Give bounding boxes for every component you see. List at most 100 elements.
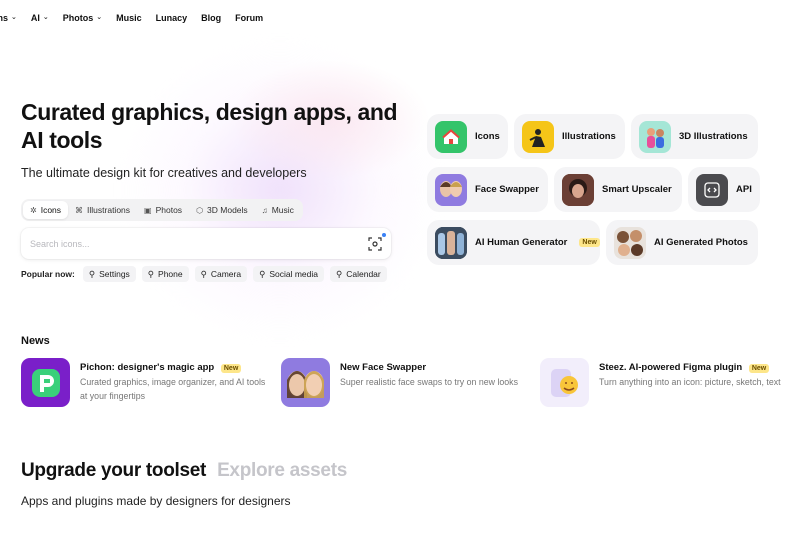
chip-label: Settings bbox=[99, 269, 130, 279]
upgrade-title: Upgrade your toolset bbox=[21, 460, 207, 481]
tab-label: Icons bbox=[40, 205, 62, 215]
nav-item-music[interactable]: Music bbox=[116, 13, 142, 23]
code-icon bbox=[696, 173, 728, 206]
news-headline: Steez. AI-powered Figma plugin New bbox=[599, 362, 781, 373]
chip-label: Camera bbox=[210, 269, 242, 279]
popular-chip-calendar[interactable]: ⚲ Calendar bbox=[330, 266, 387, 282]
popular-label: Popular now: bbox=[21, 269, 75, 279]
illustration-thumbnail-icon bbox=[522, 120, 554, 153]
tile-label: 3D Illustrations bbox=[679, 131, 748, 142]
popular-searches: Popular now: ⚲ Settings ⚲ Phone ⚲ Camera… bbox=[21, 266, 393, 282]
chip-label: Phone bbox=[158, 269, 183, 279]
news-description: Curated graphics, image organizer, and A… bbox=[80, 377, 266, 401]
tab-label: Photos bbox=[155, 205, 183, 215]
nav-label-lunacy: Lunacy bbox=[155, 13, 188, 23]
news-item-pichon[interactable]: Pichon: designer's magic app New Curated… bbox=[21, 358, 271, 407]
nav-item-lunacy[interactable]: Lunacy bbox=[156, 13, 188, 23]
nav-item-forum[interactable]: Forum bbox=[235, 13, 263, 23]
news-headline-text: Pichon: designer's magic app bbox=[80, 362, 215, 373]
ai-photos-thumbnail-icon bbox=[614, 226, 646, 259]
tile-3d-illustrations[interactable]: 3D Illustrations bbox=[631, 114, 758, 159]
popular-chip-social-media[interactable]: ⚲ Social media bbox=[253, 266, 324, 282]
nav-item-icons[interactable]: ons ⌄ bbox=[0, 13, 17, 23]
nav-label-music: Music bbox=[116, 13, 142, 23]
tab-icons[interactable]: ✲ Icons bbox=[23, 201, 69, 219]
popular-chip-settings[interactable]: ⚲ Settings bbox=[82, 266, 136, 282]
upscaler-thumbnail-icon bbox=[562, 173, 594, 206]
search-input[interactable] bbox=[30, 238, 368, 249]
search-icon: ⚲ bbox=[336, 268, 343, 279]
tab-label: Illustrations bbox=[87, 205, 131, 215]
search-icon: ⚲ bbox=[147, 268, 155, 279]
cube-icon: ⬡ bbox=[196, 205, 204, 215]
hero-subtitle: The ultimate design kit for creatives an… bbox=[21, 166, 307, 180]
news-headline-text: Steez. AI-powered Figma plugin bbox=[599, 362, 743, 373]
tile-face-swapper[interactable]: Face Swapper bbox=[427, 167, 548, 212]
steez-plugin-icon bbox=[540, 358, 589, 407]
tile-ai-generated-photos[interactable]: AI Generated Photos bbox=[606, 220, 758, 265]
top-nav: ons ⌄ AI ⌄ Photos ⌄ Music Lunacy Blog Fo… bbox=[0, 8, 277, 28]
search-box bbox=[21, 228, 391, 259]
news-headline: New Face Swapper bbox=[340, 362, 518, 373]
tile-ai-human-generator[interactable]: AI Human Generator New bbox=[427, 220, 600, 265]
tile-label: Icons bbox=[475, 131, 500, 142]
face-swap-thumbnail-icon bbox=[435, 173, 467, 206]
tile-api[interactable]: API bbox=[688, 167, 760, 212]
search-category-tabs: ✲ Icons ⌘ Illustrations ▣ Photos ⬡ 3D Mo… bbox=[21, 199, 303, 221]
nav-label-blog: Blog bbox=[201, 13, 222, 23]
icons-icon: ✲ bbox=[30, 205, 37, 215]
tile-label: Illustrations bbox=[562, 131, 616, 142]
news-description: Turn anything into an icon: picture, ske… bbox=[599, 377, 781, 387]
tile-label: Face Swapper bbox=[475, 184, 539, 195]
upgrade-subtitle: Apps and plugins made by designers for d… bbox=[21, 494, 291, 508]
tile-label: AI Human Generator bbox=[475, 237, 568, 248]
tile-illustrations[interactable]: Illustrations bbox=[514, 114, 625, 159]
tile-label: AI Generated Photos bbox=[654, 237, 748, 248]
tile-icons[interactable]: Icons bbox=[427, 114, 508, 159]
nav-label-ai: AI bbox=[30, 13, 40, 23]
news-headline: Pichon: designer's magic app New bbox=[80, 362, 271, 373]
nav-label-forum: Forum bbox=[235, 13, 264, 23]
tab-label: Music bbox=[271, 205, 294, 215]
chip-label: Social media bbox=[269, 269, 318, 279]
popular-chip-camera[interactable]: ⚲ Camera bbox=[194, 266, 248, 282]
house-icon bbox=[435, 120, 467, 153]
tab-illustrations[interactable]: ⌘ Illustrations bbox=[68, 201, 137, 219]
photos-icon: ▣ bbox=[144, 205, 152, 215]
news-text: Pichon: designer's magic app New Curated… bbox=[80, 358, 271, 407]
music-note-icon: ♫ bbox=[261, 205, 268, 215]
search-icon: ⚲ bbox=[200, 268, 207, 279]
search-icon: ⚲ bbox=[88, 268, 96, 279]
face-swapper-thumbnail-icon bbox=[281, 358, 330, 407]
explore-assets-link[interactable]: Explore assets bbox=[217, 460, 347, 481]
news-text: New Face Swapper Super realistic face sw… bbox=[340, 358, 518, 407]
tab-3d-models[interactable]: ⬡ 3D Models bbox=[189, 201, 255, 219]
tile-smart-upscaler[interactable]: Smart Upscaler bbox=[554, 167, 682, 212]
new-badge: New bbox=[579, 238, 600, 247]
search-icon: ⚲ bbox=[259, 268, 266, 279]
nav-item-blog[interactable]: Blog bbox=[201, 13, 221, 23]
popular-chip-phone[interactable]: ⚲ Phone bbox=[141, 266, 189, 282]
news-text: Steez. AI-powered Figma plugin New Turn … bbox=[599, 358, 781, 407]
nav-label-photos: Photos bbox=[62, 13, 94, 23]
tab-photos[interactable]: ▣ Photos bbox=[137, 201, 189, 219]
news-headline-text: New Face Swapper bbox=[340, 362, 427, 373]
chip-label: Calendar bbox=[346, 269, 381, 279]
upgrade-heading: Upgrade your toolset Explore assets bbox=[21, 460, 347, 482]
nav-label-icons: ons bbox=[0, 13, 9, 23]
tab-label: 3D Models bbox=[207, 205, 248, 215]
3d-figures-icon bbox=[639, 120, 671, 153]
news-item-steez[interactable]: Steez. AI-powered Figma plugin New Turn … bbox=[540, 358, 790, 407]
chevron-down-icon: ⌄ bbox=[11, 14, 17, 21]
news-heading: News bbox=[21, 335, 50, 347]
illustrations-icon: ⌘ bbox=[75, 205, 84, 215]
tile-label: Smart Upscaler bbox=[602, 184, 672, 195]
nav-item-ai[interactable]: AI ⌄ bbox=[31, 13, 49, 23]
news-item-face-swapper[interactable]: New Face Swapper Super realistic face sw… bbox=[281, 358, 531, 407]
chevron-down-icon: ⌄ bbox=[96, 14, 103, 21]
tab-music[interactable]: ♫ Music bbox=[255, 201, 301, 219]
ai-human-thumbnail-icon bbox=[435, 226, 467, 259]
nav-item-photos[interactable]: Photos ⌄ bbox=[63, 13, 102, 23]
image-search-icon[interactable] bbox=[368, 232, 386, 251]
hero-title: Curated graphics, design apps, and AI to… bbox=[21, 99, 398, 153]
